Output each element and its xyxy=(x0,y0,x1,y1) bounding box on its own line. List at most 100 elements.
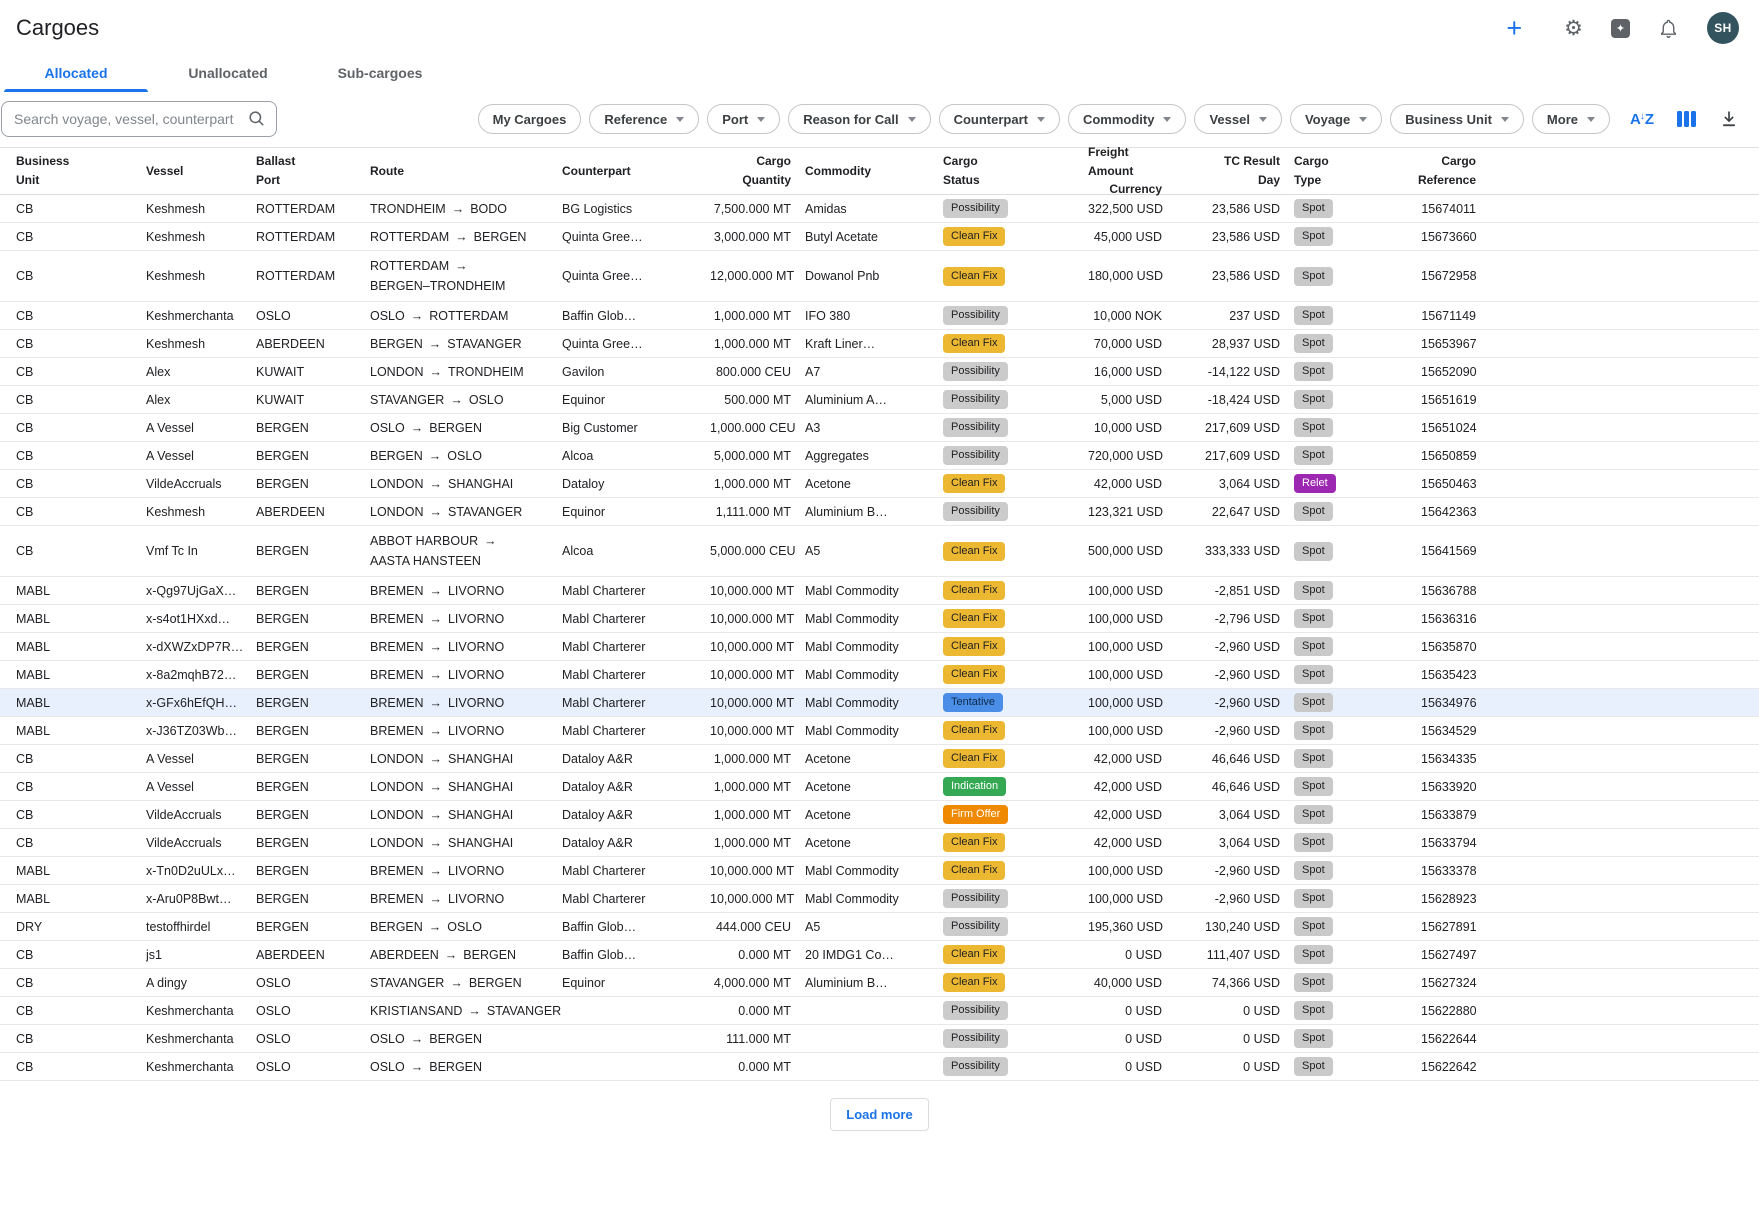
table-row[interactable]: CBKeshmerchantaOSLOOSLO→BERGEN111.000 MT… xyxy=(0,1025,1759,1053)
table-row[interactable]: CBVmf Tc InBERGENABBOT HARBOUR→AASTA HAN… xyxy=(0,526,1759,577)
filter-chip-vessel[interactable]: Vessel xyxy=(1194,104,1282,134)
table-row[interactable]: CBAlexKUWAITLONDON→TRONDHEIMGavilon800.0… xyxy=(0,358,1759,386)
cell-vessel: x-Qg97UjGaX… xyxy=(146,577,256,605)
table-row[interactable]: CBKeshmeshABERDEENBERGEN→STAVANGERQuinta… xyxy=(0,330,1759,358)
cell-counterpart: Mabl Charterer xyxy=(562,605,710,633)
tab-sub-cargoes[interactable]: Sub-cargoes xyxy=(304,52,456,92)
filter-chip-counterpart[interactable]: Counterpart xyxy=(939,104,1060,134)
cell-tc-result: -14,122 USD xyxy=(1176,358,1294,386)
cell-business-unit: CB xyxy=(0,251,146,302)
table-row[interactable]: CBKeshmeshABERDEENLONDON→STAVANGEREquino… xyxy=(0,498,1759,526)
table-row[interactable]: CBVildeAccrualsBERGENLONDON→SHANGHAIData… xyxy=(0,470,1759,498)
col-header-counterpart[interactable]: Counterpart xyxy=(562,148,710,195)
cell-cargo-type: Spot xyxy=(1294,223,1421,251)
columns-button[interactable] xyxy=(1677,111,1696,127)
cell-commodity: Acetone xyxy=(805,801,943,829)
cell-ballast-port: BERGEN xyxy=(256,885,370,913)
table-row[interactable]: MABLx-Tn0D2uULx…BERGENBREMEN→LIVORNOMabl… xyxy=(0,857,1759,885)
col-header-business-unit[interactable]: BusinessUnit xyxy=(0,148,146,195)
cell-cargo-quantity: 0.000 MT xyxy=(710,941,805,969)
col-header-tc-result-day[interactable]: TC ResultDay xyxy=(1176,148,1294,195)
cell-cargo-quantity: 1,000.000 MT xyxy=(710,745,805,773)
col-header-cargo-reference[interactable]: CargoReference xyxy=(1421,148,1490,195)
cell-commodity: 20 IMDG1 Co… xyxy=(805,941,943,969)
route-arrow-icon: → xyxy=(429,449,442,463)
table-row[interactable]: MABLx-Aru0P8Bwt…BERGENBREMEN→LIVORNOMabl… xyxy=(0,885,1759,913)
cell-ballast-port: ABERDEEN xyxy=(256,498,370,526)
cell-cargo-status: Possibility xyxy=(943,195,1088,223)
table-row[interactable]: MABLx-8a2mqhB72…BERGENBREMEN→LIVORNOMabl… xyxy=(0,661,1759,689)
cell-cargo-status: Possibility xyxy=(943,386,1088,414)
filter-chip-business-unit[interactable]: Business Unit xyxy=(1390,104,1524,134)
col-header-freight-amount-currency[interactable]: Freight AmountCurrency xyxy=(1088,148,1176,195)
cell-cargo-reference: 15673660 xyxy=(1421,223,1490,251)
col-header-cargo-status[interactable]: CargoStatus xyxy=(943,148,1088,195)
cell-ballast-port: OSLO xyxy=(256,1053,370,1081)
cell-cargo-reference: 15652090 xyxy=(1421,358,1490,386)
cell-business-unit: MABL xyxy=(0,605,146,633)
table-row[interactable]: CBAlexKUWAITSTAVANGER→OSLOEquinor500.000… xyxy=(0,386,1759,414)
col-header-route[interactable]: Route xyxy=(370,148,562,195)
table-row[interactable]: CBA dingyOSLOSTAVANGER→BERGENEquinor4,00… xyxy=(0,969,1759,997)
cell-route: ROTTERDAM→BERGEN–TRONDHEIM xyxy=(370,251,562,302)
table-row[interactable]: DRYtestoffhirdelBERGENBERGEN→OSLOBaffin … xyxy=(0,913,1759,941)
cell-cargo-status: Possibility xyxy=(943,997,1088,1025)
cargo-status-badge: Clean Fix xyxy=(943,542,1005,561)
table-row[interactable]: CBjs1ABERDEENABERDEEN→BERGENBaffin Glob…… xyxy=(0,941,1759,969)
col-header-ballast-port[interactable]: BallastPort xyxy=(256,148,370,195)
cell-spacer xyxy=(1490,717,1759,745)
table-row[interactable]: CBA VesselBERGENBERGEN→OSLOAlcoa5,000.00… xyxy=(0,442,1759,470)
table-row[interactable]: CBA VesselBERGENOSLO→BERGENBig Customer1… xyxy=(0,414,1759,442)
cell-cargo-quantity: 10,000.000 MT xyxy=(710,633,805,661)
download-button[interactable] xyxy=(1719,109,1739,129)
feedback-button[interactable]: ✦ xyxy=(1611,19,1630,38)
cell-cargo-reference: 15622644 xyxy=(1421,1025,1490,1053)
sort-alphabetical-button[interactable]: A↓Z xyxy=(1630,111,1654,128)
tab-unallocated[interactable]: Unallocated xyxy=(152,52,304,92)
table-row[interactable]: CBVildeAccrualsBERGENLONDON→SHANGHAIData… xyxy=(0,801,1759,829)
table-row[interactable]: CBKeshmeshROTTERDAMROTTERDAM→BERGEN–TRON… xyxy=(0,251,1759,302)
col-header-commodity[interactable]: Commodity xyxy=(805,148,943,195)
cell-cargo-type: Spot xyxy=(1294,689,1421,717)
table-row[interactable]: CBA VesselBERGENLONDON→SHANGHAIDataloy A… xyxy=(0,745,1759,773)
col-header-cargo-type[interactable]: CargoType xyxy=(1294,148,1421,195)
filter-chip-voyage[interactable]: Voyage xyxy=(1290,104,1382,134)
cell-freight-amount: 40,000 USD xyxy=(1088,969,1176,997)
cell-vessel: js1 xyxy=(146,941,256,969)
table-row[interactable]: MABLx-dXWZxDP7R…BERGENBREMEN→LIVORNOMabl… xyxy=(0,633,1759,661)
cell-ballast-port: ROTTERDAM xyxy=(256,251,370,302)
cell-cargo-quantity: 1,000.000 MT xyxy=(710,330,805,358)
cell-spacer xyxy=(1490,195,1759,223)
col-header-cargo-quantity[interactable]: CargoQuantity xyxy=(710,148,805,195)
table-row[interactable]: MABLx-GFx6hEfQH…BERGENBREMEN→LIVORNOMabl… xyxy=(0,689,1759,717)
filter-chip-more[interactable]: More xyxy=(1532,104,1610,134)
route-arrow-icon: → xyxy=(455,230,468,244)
table-row[interactable]: CBKeshmerchantaOSLOOSLO→ROTTERDAMBaffin … xyxy=(0,302,1759,330)
notifications-button[interactable] xyxy=(1658,18,1679,39)
table-row[interactable]: MABLx-Qg97UjGaX…BERGENBREMEN→LIVORNOMabl… xyxy=(0,577,1759,605)
table-row[interactable]: CBVildeAccrualsBERGENLONDON→SHANGHAIData… xyxy=(0,829,1759,857)
cell-cargo-reference: 15671149 xyxy=(1421,302,1490,330)
settings-button[interactable]: ⚙ xyxy=(1564,18,1583,39)
filter-chip-reference[interactable]: Reference xyxy=(589,104,699,134)
filter-chip-my-cargoes[interactable]: My Cargoes xyxy=(478,104,582,134)
search-input[interactable] xyxy=(1,101,277,137)
table-row[interactable]: CBKeshmerchantaOSLOKRISTIANSAND→STAVANGE… xyxy=(0,997,1759,1025)
load-more-button[interactable]: Load more xyxy=(830,1098,928,1131)
table-row[interactable]: MABLx-J36TZ03Wb…BERGENBREMEN→LIVORNOMabl… xyxy=(0,717,1759,745)
avatar[interactable]: SH xyxy=(1707,12,1739,44)
add-button[interactable]: + xyxy=(1506,18,1522,38)
cell-vessel: Keshmerchanta xyxy=(146,302,256,330)
filter-chip-commodity[interactable]: Commodity xyxy=(1068,104,1187,134)
tab-allocated[interactable]: Allocated xyxy=(0,52,152,92)
table-row[interactable]: CBKeshmeshROTTERDAMROTTERDAM→BERGENQuint… xyxy=(0,223,1759,251)
cell-spacer xyxy=(1490,605,1759,633)
table-row[interactable]: MABLx-s4ot1HXxd…BERGENBREMEN→LIVORNOMabl… xyxy=(0,605,1759,633)
table-row[interactable]: CBKeshmeshROTTERDAMTRONDHEIM→BODOBG Logi… xyxy=(0,195,1759,223)
table-row[interactable]: CBA VesselBERGENLONDON→SHANGHAIDataloy A… xyxy=(0,773,1759,801)
table-row[interactable]: CBKeshmerchantaOSLOOSLO→BERGEN0.000 MTPo… xyxy=(0,1053,1759,1081)
cell-cargo-status: Clean Fix xyxy=(943,223,1088,251)
col-header-vessel[interactable]: Vessel xyxy=(146,148,256,195)
filter-chip-port[interactable]: Port xyxy=(707,104,780,134)
filter-chip-reason-for-call[interactable]: Reason for Call xyxy=(788,104,930,134)
